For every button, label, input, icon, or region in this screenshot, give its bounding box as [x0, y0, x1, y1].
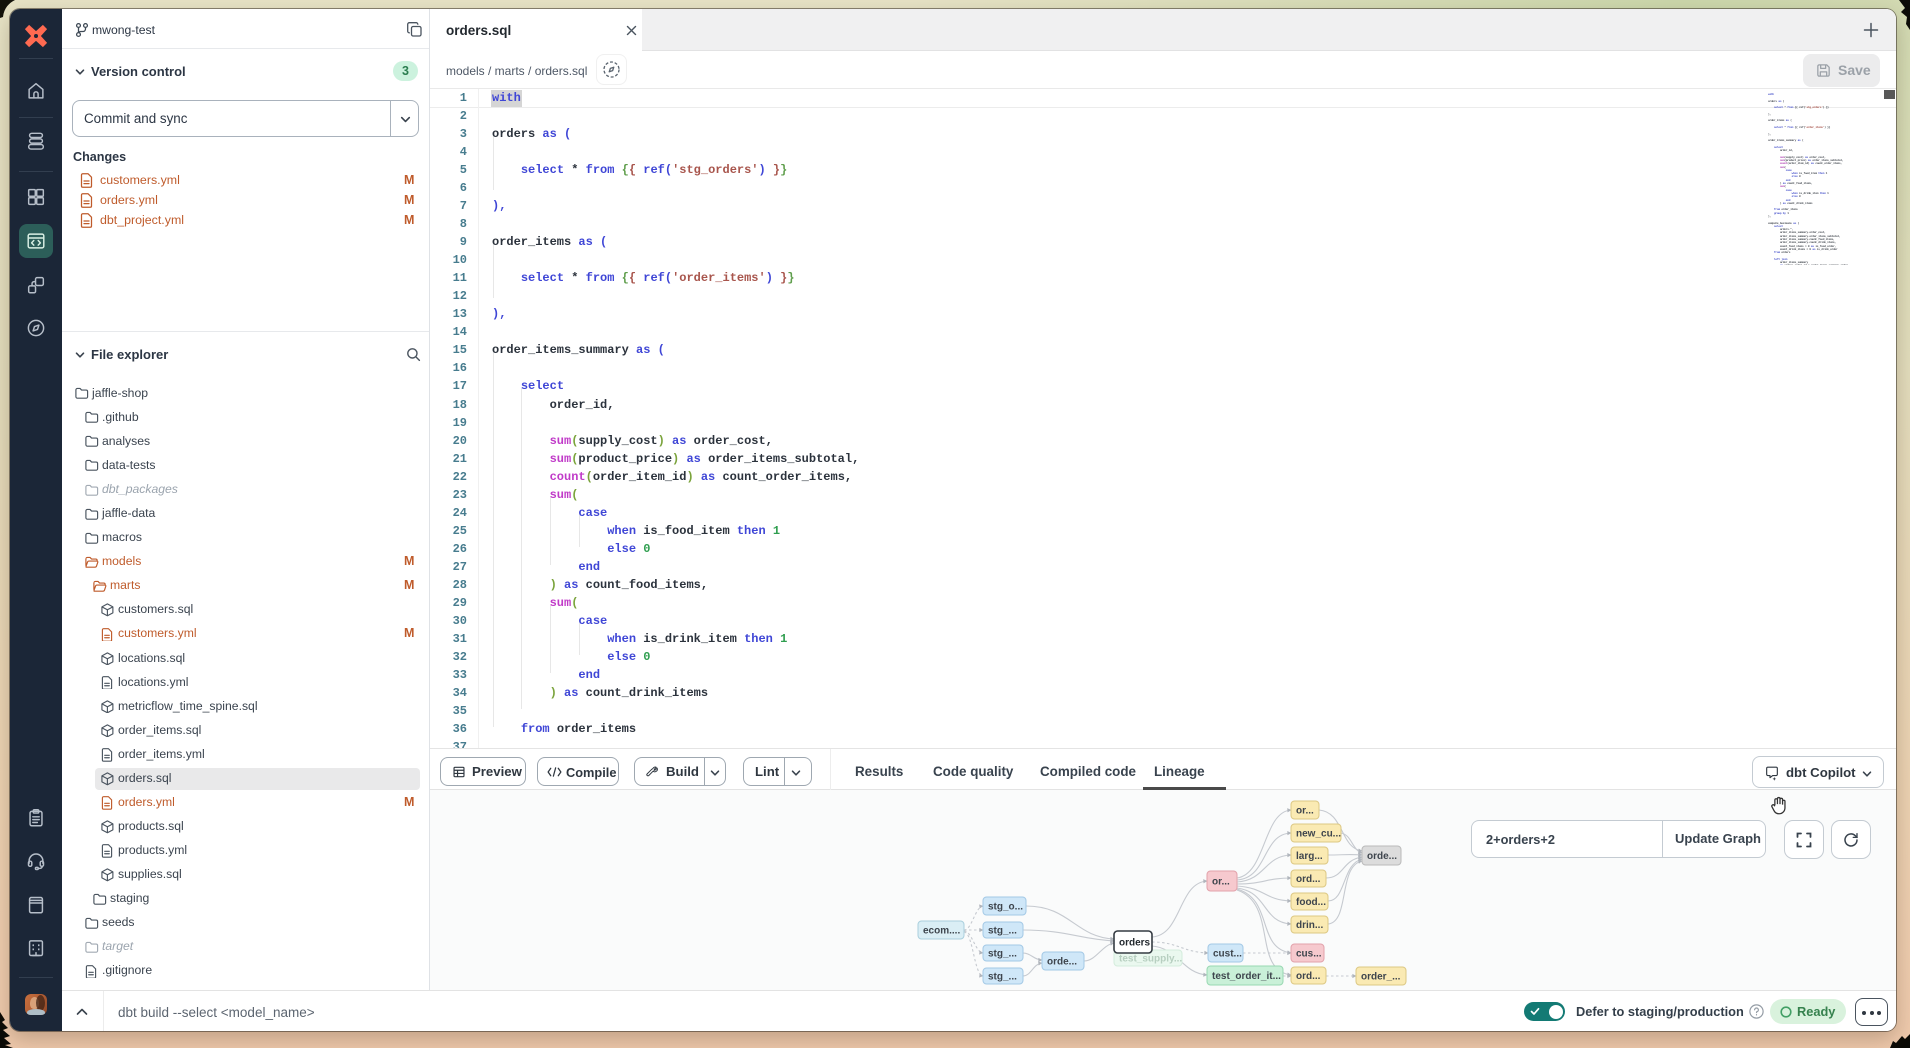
svg-text:order_...: order_... — [1361, 972, 1401, 983]
svg-text:stg_o...: stg_o... — [988, 902, 1023, 913]
svg-text:or...: or... — [1296, 806, 1314, 817]
svg-text:test_supply...: test_supply... — [1119, 954, 1182, 965]
svg-text:stg_...: stg_... — [988, 926, 1017, 937]
svg-text:orders: orders — [1119, 938, 1151, 949]
svg-text:drin...: drin... — [1296, 920, 1323, 931]
svg-text:or...: or... — [1212, 877, 1230, 888]
svg-text:cus...: cus... — [1296, 949, 1322, 960]
svg-text:stg_...: stg_... — [988, 949, 1017, 960]
svg-text:test_order_it...: test_order_it... — [1212, 971, 1281, 982]
svg-text:orde...: orde... — [1367, 851, 1397, 862]
svg-text:orde...: orde... — [1047, 957, 1077, 968]
svg-text:new_cu...: new_cu... — [1296, 829, 1341, 840]
svg-text:food...: food... — [1296, 897, 1326, 908]
svg-text:larg...: larg... — [1296, 851, 1323, 862]
svg-text:cust...: cust... — [1213, 949, 1242, 960]
svg-text:ecom....: ecom.... — [923, 926, 960, 937]
svg-text:ord...: ord... — [1296, 874, 1321, 885]
svg-text:stg_...: stg_... — [988, 972, 1017, 983]
svg-text:ord...: ord... — [1296, 971, 1321, 982]
